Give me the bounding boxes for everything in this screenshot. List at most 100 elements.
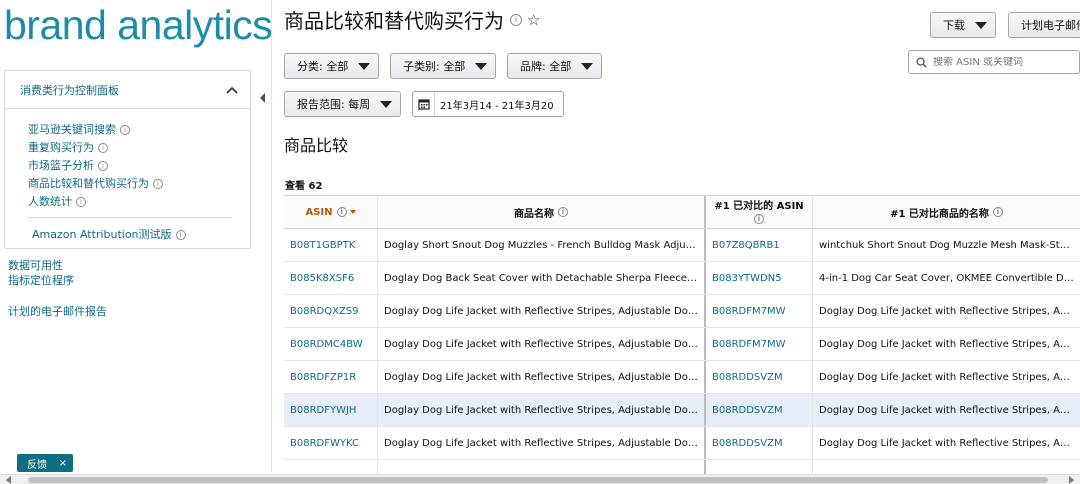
asin-link[interactable]: B085K8XSF6 (290, 273, 354, 284)
sidebar-item-item-comparison[interactable]: 商品比较和替代购买行为 i (28, 175, 250, 193)
compared-asin-link[interactable]: B08RDDSVZM (712, 438, 783, 449)
table-row[interactable]: B08T1GBPTK Doglay Short Snout Dog Muzzles… (284, 229, 1080, 262)
compared-asin-link[interactable]: B08RDDSVZM (712, 405, 783, 416)
column-header-product-name[interactable]: 商品名称 i (378, 196, 706, 228)
table-cell: B08RDDSVZM (706, 427, 813, 459)
compared-asin-link[interactable]: B083YTWDN5 (712, 273, 782, 284)
download-button[interactable]: 下载 (930, 12, 996, 38)
table-cell: 4-in-1 Dog Car Seat Cover, OKMEE Convert… (813, 262, 1080, 294)
chevron-up-icon[interactable] (224, 82, 240, 98)
asin-link[interactable]: B08T1GBPTK (290, 240, 355, 251)
compared-product-name: Doglay Dog Life Jacket with Reflective S… (819, 371, 1074, 383)
info-icon[interactable]: i (558, 207, 568, 217)
compared-product-name: wintchuk Short Snout Dog Muzzle Mesh Mas… (819, 239, 1074, 251)
table-cell: Doglay Dog Life Jacket with Reflective S… (378, 295, 706, 327)
info-icon[interactable]: i (98, 161, 108, 171)
table-cell: Doglay Dog Life Jacket with Reflective S… (813, 427, 1080, 459)
table-row[interactable]: B08RDFWYKC Doglay Dog Life Jacket with Re… (284, 427, 1080, 460)
info-icon[interactable]: i (510, 13, 522, 26)
table-row[interactable]: B085K8XSF6 Doglay Dog Back Seat Cover wit… (284, 262, 1080, 295)
table-cell: Doglay Dog Back Seat Cover with Detachab… (378, 262, 706, 294)
category-dropdown[interactable]: 分类: 全部 (284, 53, 380, 79)
sidebar-item-amazon-attribution[interactable]: Amazon Attribution测试版 i (32, 226, 250, 244)
view-count: 查看 62 (285, 181, 323, 192)
compared-asin-link[interactable]: B08RDDSVZM (712, 372, 783, 383)
compared-asin-link[interactable]: B07Z8QBRB1 (712, 240, 780, 251)
scrollbar-thumb[interactable] (28, 477, 1048, 483)
caret-down-icon (975, 21, 987, 29)
asin-link[interactable]: B08RDMC4BW (290, 339, 363, 350)
scroll-left-icon[interactable] (6, 476, 11, 484)
feedback-label: 反馈 (27, 459, 47, 471)
sidebar-item-demographics[interactable]: 人数统计 i (28, 193, 250, 211)
info-icon[interactable]: i (992, 207, 1003, 217)
product-name: Doglay Dog Life Jacket with Reflective S… (384, 305, 698, 317)
horizontal-scrollbar[interactable] (0, 474, 1080, 484)
compared-product-name: Doglay Dog Life Jacket with Reflective S… (819, 437, 1074, 449)
table-cell: B08RDDSVZM (706, 394, 813, 426)
compared-product-name: Doglay Dog Life Jacket with Reflective S… (819, 305, 1074, 317)
info-icon[interactable]: i (175, 230, 186, 240)
sort-desc-icon[interactable] (349, 210, 356, 214)
table-cell: B085K8XSF6 (284, 262, 378, 294)
caret-down-icon (475, 62, 488, 70)
table-cell: B08RDQXZS9 (284, 295, 378, 327)
link-scheduled-email-reports[interactable]: 计划的电子邮件报告 (8, 303, 107, 319)
table-row[interactable]: B08RDFYWJH Doglay Dog Life Jacket with Re… (284, 394, 1080, 427)
close-icon[interactable]: × (59, 458, 67, 469)
table-row[interactable]: B08RDQXZS9 Doglay Dog Life Jacket with Re… (284, 295, 1080, 328)
info-icon[interactable]: i (754, 214, 764, 224)
feedback-button[interactable]: 反馈 × (17, 454, 73, 472)
panel-header[interactable]: 消费类行为控制面板 (5, 71, 250, 109)
asin-link[interactable]: B08RDFYWJH (290, 405, 356, 416)
compared-product-name: 4-in-1 Dog Car Seat Cover, OKMEE Convert… (819, 272, 1074, 284)
asin-link[interactable]: B08RDQXZS9 (290, 306, 359, 317)
report-range-dropdown[interactable]: 报告范围: 每周 (284, 91, 402, 117)
scroll-right-icon[interactable] (1069, 476, 1074, 484)
info-icon[interactable]: i (336, 207, 347, 217)
compared-asin-link[interactable]: B08RDFM7MW (712, 339, 786, 350)
table-cell: Doglay Dog Life Jacket with Reflective S… (813, 361, 1080, 393)
info-icon[interactable]: i (120, 125, 130, 135)
product-name: Doglay Dog Life Jacket with Reflective S… (384, 437, 698, 449)
sidebar-item-repeat-purchase[interactable]: 重复购买行为 i (28, 139, 250, 157)
calendar-icon[interactable] (413, 92, 435, 116)
date-range-picker[interactable] (412, 91, 564, 117)
brand-analytics-logo: brand analytics (4, 2, 273, 48)
date-range-input[interactable] (435, 98, 563, 110)
table-row[interactable]: B08RDFZP1R Doglay Dog Life Jacket with Re… (284, 361, 1080, 394)
column-header-asin[interactable]: ASIN i (284, 196, 378, 228)
subcategory-dropdown[interactable]: 子类别: 全部 (390, 53, 497, 79)
schedule-email-button[interactable]: 计划电子邮件 (1008, 12, 1080, 38)
table-row-partial (284, 460, 1080, 474)
search-input[interactable] (933, 56, 1073, 68)
product-name: Doglay Dog Life Jacket with Reflective S… (384, 404, 698, 416)
section-title: 商品比较 (284, 136, 349, 155)
table-cell: Doglay Dog Life Jacket with Reflective S… (813, 295, 1080, 327)
caret-down-icon (581, 62, 594, 70)
table-cell: B083YTWDN5 (706, 262, 813, 294)
column-header-compared-asin[interactable]: #1 已对比的 ASIN i (706, 196, 813, 228)
star-icon[interactable]: ☆ (527, 11, 540, 29)
caret-down-icon (358, 62, 371, 70)
info-icon[interactable]: i (98, 143, 108, 153)
brand-dropdown[interactable]: 品牌: 全部 (507, 53, 603, 79)
sidebar-item-keyword-search[interactable]: 亚马逊关键词搜索 i (28, 121, 250, 139)
asin-link[interactable]: B08RDFWYKC (290, 438, 359, 449)
link-data-availability[interactable]: 数据可用性 (8, 257, 63, 273)
comparison-table: ASIN i 商品名称 i #1 已对比的 ASIN i #1 已对比商品的名称 i B… (284, 195, 1080, 474)
link-metric-locator[interactable]: 指标定位程序 (8, 272, 74, 288)
column-header-compared-name[interactable]: #1 已对比商品的名称 i (813, 196, 1080, 228)
info-icon[interactable]: i (153, 179, 163, 189)
compared-asin-link[interactable]: B08RDFM7MW (712, 306, 786, 317)
sidebar-item-market-basket[interactable]: 市场篮子分析 i (28, 157, 250, 175)
info-icon[interactable]: i (76, 197, 86, 207)
collapse-sidebar-button[interactable] (257, 88, 269, 108)
table-row[interactable]: B08RDMC4BW Doglay Dog Life Jacket with Re… (284, 328, 1080, 361)
table-cell: Doglay Dog Life Jacket with Reflective S… (378, 361, 706, 393)
table-body: B08T1GBPTK Doglay Short Snout Dog Muzzles… (284, 229, 1080, 460)
search-box[interactable] (908, 50, 1080, 74)
table-cell: wintchuk Short Snout Dog Muzzle Mesh Mas… (813, 229, 1080, 261)
asin-link[interactable]: B08RDFZP1R (290, 372, 356, 383)
sidebar-divider (271, 0, 272, 472)
